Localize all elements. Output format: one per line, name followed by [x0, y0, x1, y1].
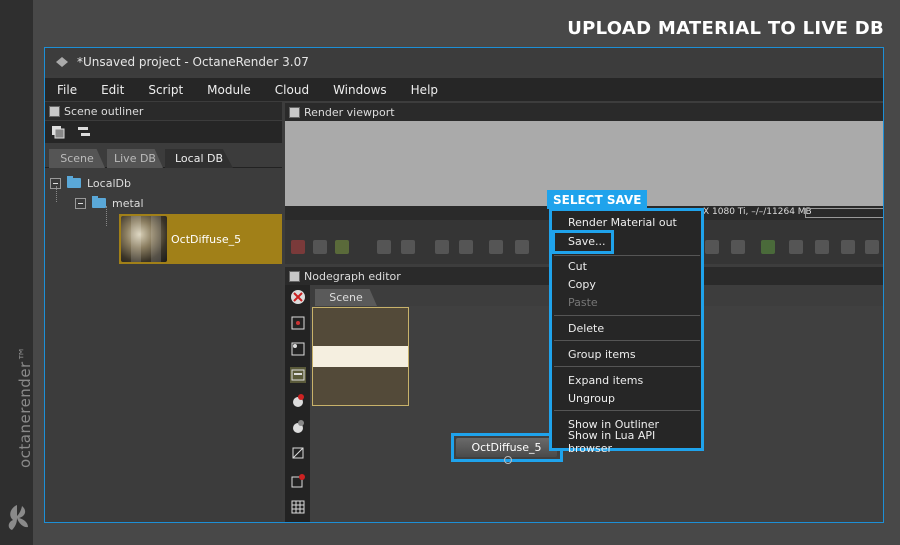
reset-camera-icon[interactable]	[291, 240, 305, 254]
delete-node-icon[interactable]	[290, 289, 306, 305]
preview-stripe	[313, 346, 408, 367]
menu-item-cut[interactable]: Cut	[568, 258, 587, 274]
octane-logo-icon	[8, 505, 28, 530]
tab-live-db[interactable]: Live DB	[107, 149, 163, 168]
menu-module[interactable]: Module	[195, 83, 263, 97]
expand-all-icon[interactable]	[51, 125, 65, 139]
tree-connector	[106, 206, 107, 226]
menu-file[interactable]: File	[45, 83, 89, 97]
collapse-all-icon[interactable]	[77, 125, 91, 139]
outliner-header: Scene outliner	[45, 102, 282, 120]
node-output-pin[interactable]	[504, 456, 512, 464]
menu-item-show-in-lua-api-browser[interactable]: Show in Lua API browser	[568, 429, 701, 455]
outliner-title: Scene outliner	[64, 104, 144, 118]
af-icon[interactable]	[515, 240, 529, 254]
graph-view-icon[interactable]	[290, 367, 306, 383]
menu-item-expand-items[interactable]: Expand items	[568, 372, 643, 388]
app-icon	[56, 56, 68, 67]
monitor-icon[interactable]	[489, 240, 503, 254]
nodegraph-tab-scene[interactable]: Scene	[315, 289, 377, 306]
pause-icon[interactable]	[435, 240, 449, 254]
graph-layout-icon[interactable]	[290, 315, 306, 331]
tab-local-db[interactable]: Local DB	[165, 149, 233, 168]
gpu-status: X 1080 Ti, –/–/11264 MB	[703, 207, 812, 217]
grid-icon[interactable]	[290, 499, 306, 515]
menu-separator	[554, 315, 700, 316]
menu-item-copy[interactable]: Copy	[568, 276, 596, 292]
start-icon[interactable]	[459, 240, 473, 254]
material-preview-thumbnail	[121, 216, 167, 262]
gauge-icon[interactable]	[761, 240, 775, 254]
recenter-icon[interactable]	[313, 240, 327, 254]
menu-separator	[554, 255, 700, 256]
display-mode-icon[interactable]	[705, 240, 719, 254]
window-title: *Unsaved project - OctaneRender 3.07	[77, 54, 309, 69]
callout-select-save: SELECT SAVE	[547, 190, 648, 209]
menu-edit[interactable]: Edit	[89, 83, 136, 97]
memory-bar	[805, 208, 883, 218]
layers-icon[interactable]	[841, 240, 855, 254]
scene-outliner: Scene outliner Scene Live DB Local DB Lo…	[45, 101, 282, 522]
menu-item-render-material-out[interactable]: Render Material out	[568, 214, 677, 230]
tree-label-localdb: LocalDb	[87, 176, 131, 190]
material-preview-node[interactable]	[312, 307, 409, 406]
nodegraph-toggle-checkbox[interactable]	[289, 270, 300, 282]
tree-item-localdb[interactable]: LocalDb	[50, 174, 131, 192]
restart-icon[interactable]	[401, 240, 415, 254]
nodegraph-title: Nodegraph editor	[304, 269, 401, 283]
menu-item-group-items[interactable]: Group items	[568, 346, 636, 362]
brand-wordmark: octanerender™	[16, 345, 34, 468]
viewport-header: Render viewport	[285, 103, 883, 121]
menu-help[interactable]: Help	[399, 83, 450, 97]
folder-icon	[92, 196, 106, 208]
settings-icon[interactable]	[865, 240, 879, 254]
folder-icon	[67, 176, 81, 188]
cube-icon[interactable]	[335, 240, 349, 254]
menu-item-ungroup[interactable]: Ungroup	[568, 390, 615, 406]
viewport-title: Render viewport	[304, 105, 395, 119]
save-render-icon[interactable]	[815, 240, 829, 254]
menu-windows[interactable]: Windows	[321, 83, 399, 97]
emission-icon[interactable]	[290, 445, 306, 461]
tree-item-metal[interactable]: metal	[75, 194, 144, 212]
material-label: OctDiffuse_5	[171, 232, 242, 246]
outliner-toggle-checkbox[interactable]	[49, 105, 60, 117]
menu-separator	[554, 340, 700, 341]
tree-connector	[56, 186, 57, 202]
window-titlebar: *Unsaved project - OctaneRender 3.07	[45, 48, 883, 75]
region-icon[interactable]	[731, 240, 745, 254]
tab-scene[interactable]: Scene	[49, 149, 105, 168]
page-title: UPLOAD MATERIAL TO LIVE DB	[567, 18, 884, 39]
menu-cloud[interactable]: Cloud	[263, 83, 321, 97]
stop-icon[interactable]	[377, 240, 391, 254]
nodegraph-sidebar	[285, 285, 310, 522]
context-menu: Render Material out Save... Cut Copy Pas…	[549, 208, 704, 455]
outliner-toolbar	[45, 121, 282, 143]
copy-icon[interactable]	[789, 240, 803, 254]
texture-sphere-icon[interactable]	[290, 419, 306, 435]
save-highlight-box	[552, 230, 614, 254]
collapse-icon[interactable]	[75, 197, 86, 209]
material-sphere-icon[interactable]	[290, 393, 306, 409]
menu-separator	[554, 366, 700, 367]
menu-item-delete[interactable]: Delete	[568, 320, 604, 336]
mesh-icon[interactable]	[290, 473, 306, 489]
viewport-toggle-checkbox[interactable]	[289, 106, 300, 118]
graph-tidy-icon[interactable]	[290, 341, 306, 357]
menu-separator	[554, 410, 700, 411]
tree-item-material[interactable]: OctDiffuse_5	[119, 214, 282, 264]
menu-script[interactable]: Script	[136, 83, 195, 97]
outliner-tabs: Scene Live DB Local DB	[45, 146, 282, 168]
menu-item-paste: Paste	[568, 295, 598, 309]
menubar: File Edit Script Module Cloud Windows He…	[45, 78, 883, 101]
tree-label-metal: metal	[112, 196, 144, 210]
